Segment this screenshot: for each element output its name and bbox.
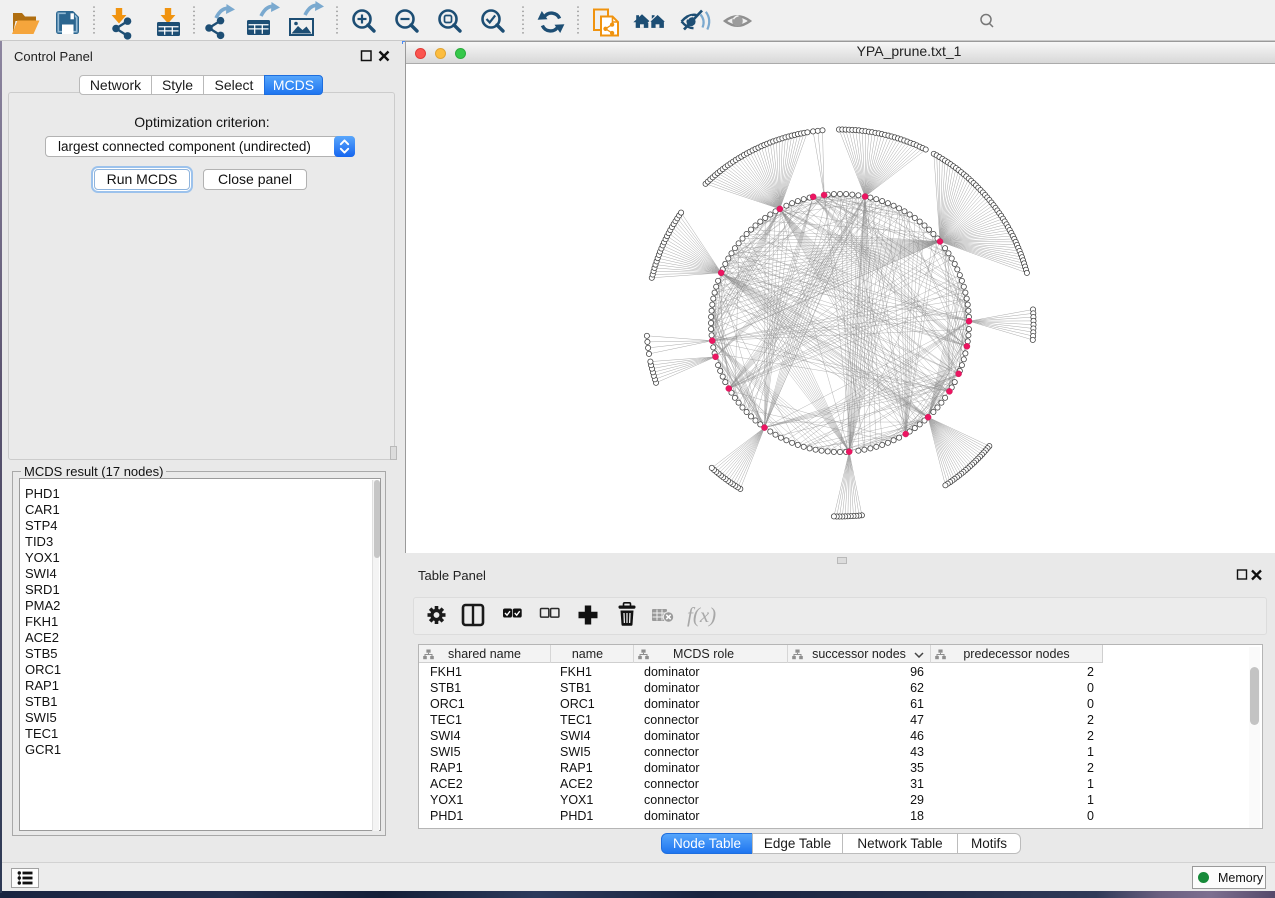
svg-text:f(x): f(x) [687, 603, 716, 627]
